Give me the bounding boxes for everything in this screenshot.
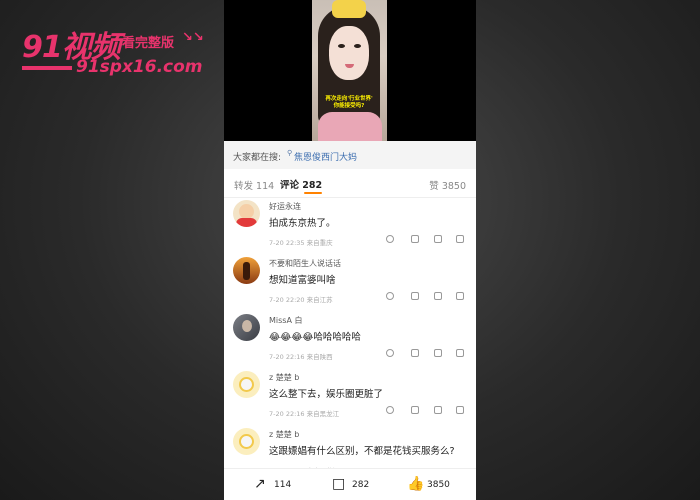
repost-count[interactable]: 114 (274, 480, 291, 490)
comment-meta: 7-20 22:20 来自江苏 (269, 296, 333, 304)
portrait-avatar[interactable] (233, 314, 260, 341)
emoji-icon[interactable] (386, 406, 394, 414)
comment-meta: 7-20 22:16 来自黑龙江 (269, 410, 340, 418)
emoji-icon[interactable] (386, 235, 394, 243)
like-icon[interactable] (456, 406, 464, 414)
repost-icon[interactable]: ↗ (254, 476, 266, 492)
shirt-shape (318, 112, 382, 141)
share-icon[interactable] (411, 349, 419, 357)
comment-username[interactable]: z 楚楚 b (269, 372, 299, 383)
video-caption: 再次走向'行业世界' 你能接受吗? (318, 96, 380, 110)
tab-reposts[interactable]: 转发 114 (234, 178, 274, 192)
video-player[interactable]: 再次走向'行业世界' 你能接受吗? (224, 0, 476, 141)
comment-text: 这跟嫖娼有什么区别，不都是花钱买服务么? (269, 446, 455, 457)
comment-username[interactable]: 不要和陌生人说话话 (269, 258, 341, 269)
comment-count[interactable]: 282 (352, 480, 369, 490)
face-shape (329, 26, 369, 80)
reply-icon[interactable] (434, 235, 442, 243)
watermark-url: 91spx16.com (76, 57, 203, 77)
share-icon[interactable] (411, 235, 419, 243)
comment-actions (384, 235, 469, 245)
share-icon[interactable] (411, 292, 419, 300)
comment-tabs: 转发 114 评论 282 赞 3850 (224, 169, 476, 198)
eye-left (338, 44, 345, 48)
comment-text: 拍成东京热了。 (269, 218, 336, 229)
comment-actions (384, 349, 469, 359)
search-term-link[interactable]: 焦恩俊西门大妈 (294, 150, 357, 163)
emoji-icon[interactable] (386, 292, 394, 300)
comment-actions (384, 406, 469, 416)
emoji-icon[interactable] (386, 349, 394, 357)
comment-meta: 7-20 22:16 来自陕西 (269, 353, 333, 361)
watermark-bar (22, 66, 72, 70)
watermark-logo: 91视频 看完整版 ↘↘ 91spx16.com (18, 22, 218, 82)
tab-likes[interactable]: 赞 3850 (429, 178, 466, 192)
sunset-hand-avatar[interactable] (233, 257, 260, 284)
watermark-arrows: ↘↘ (182, 30, 204, 45)
tab-comments[interactable]: 评论 282 (280, 177, 322, 191)
bottom-action-bar: ↗ 114 □ 282 👍 3850 (224, 468, 476, 500)
comment-meta: 7-20 22:35 来自重庆 (269, 239, 333, 247)
flower-avatar[interactable] (233, 371, 260, 398)
weibo-screen: 再次走向'行业世界' 你能接受吗? 大家都在搜: ⚲ 焦恩俊西门大妈 转发 11… (224, 0, 476, 500)
search-suggestion-bar[interactable]: 大家都在搜: ⚲ 焦恩俊西门大妈 (224, 141, 476, 169)
reply-icon[interactable] (434, 349, 442, 357)
like-icon[interactable] (456, 349, 464, 357)
reply-icon[interactable] (434, 292, 442, 300)
comment-username[interactable]: MissA 白 (269, 315, 302, 326)
comment-username[interactable]: z 楚楚 b (269, 429, 299, 440)
comment-username[interactable]: 好运永连 (269, 201, 301, 212)
share-icon[interactable] (411, 406, 419, 414)
comment-text: 😂😂😂😂哈哈哈哈哈 (269, 332, 361, 343)
reply-icon[interactable] (434, 406, 442, 414)
comment-actions (384, 292, 469, 302)
active-tab-indicator (304, 192, 322, 194)
watermark-tagline: 看完整版 (122, 36, 175, 51)
search-label: 大家都在搜: (233, 153, 282, 163)
video-frame: 再次走向'行业世界' 你能接受吗? (312, 0, 387, 141)
eye-right (354, 44, 361, 48)
comment-icon[interactable]: □ (332, 476, 345, 492)
search-icon: ⚲ (287, 149, 293, 157)
cartoon-boy-avatar[interactable] (233, 200, 260, 227)
like-icon[interactable] (456, 292, 464, 300)
video-caption-line1: 再次走向'行业世界' (325, 96, 373, 102)
thumbs-up-icon[interactable]: 👍 (407, 476, 424, 492)
like-icon[interactable] (456, 235, 464, 243)
hair-toy (332, 0, 366, 18)
video-caption-line2: 你能接受吗? (333, 103, 365, 109)
comment-text: 想知道富婆叫啥 (269, 275, 336, 286)
flower-avatar[interactable] (233, 428, 260, 455)
like-count[interactable]: 3850 (427, 480, 450, 490)
comment-text: 这么整下去，娱乐圈更脏了 (269, 389, 384, 400)
